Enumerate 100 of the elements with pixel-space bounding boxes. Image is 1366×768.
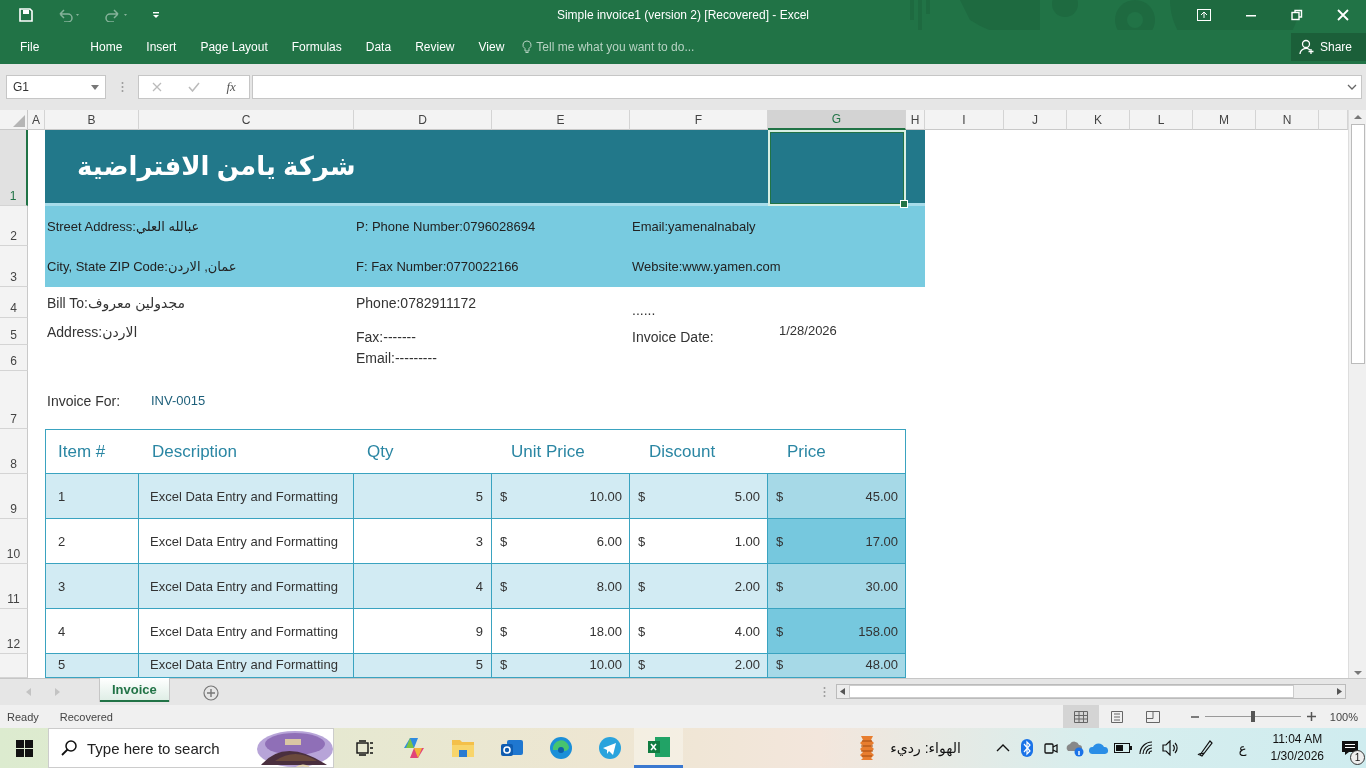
scrollbar-thumb[interactable] — [849, 685, 1294, 698]
zoom-level[interactable]: 100% — [1329, 710, 1358, 723]
ribbon-tab[interactable]: View — [466, 40, 517, 54]
pen-icon[interactable] — [1195, 739, 1214, 757]
invoice-number: INV-0015 — [151, 393, 206, 408]
row-header[interactable]: 11 — [0, 564, 28, 609]
undo-icon[interactable] — [56, 8, 82, 22]
ribbon-tab[interactable]: Formulas — [279, 40, 354, 54]
currency-symbol: $ — [500, 623, 508, 639]
ribbon-tab[interactable]: Page Layout — [188, 40, 280, 54]
column-header[interactable]: I — [925, 110, 1004, 130]
close-icon[interactable] — [1337, 9, 1349, 21]
bill-to-text: Bill To:مجدولين معروف — [46, 294, 185, 311]
ribbon-tab[interactable]: Data — [353, 40, 404, 54]
formula-input[interactable] — [252, 75, 1362, 99]
contact-text: F: Fax Number:0770022166 — [356, 259, 519, 274]
normal-view-button[interactable] — [1062, 705, 1099, 728]
window-title: Simple invoice1 (version 2) [Recovered] - Excel — [555, 8, 811, 22]
ribbon-display-icon[interactable] — [1197, 9, 1211, 21]
column-header[interactable]: M — [1193, 110, 1256, 130]
column-header[interactable]: A — [28, 110, 45, 130]
column-header[interactable]: G — [768, 110, 906, 130]
zoom-in-icon[interactable] — [1306, 712, 1316, 721]
notifications-button[interactable]: 1 — [1334, 728, 1366, 768]
column-header[interactable]: H — [906, 110, 925, 130]
table-cell: 4 — [45, 609, 139, 654]
amount: 5.00 — [734, 488, 760, 504]
column-header[interactable]: F — [630, 110, 768, 130]
scrollbar-thumb[interactable] — [1350, 124, 1365, 364]
chevron-up-icon[interactable] — [995, 744, 1010, 752]
row-header[interactable]: 5 — [0, 318, 28, 345]
language-indicator[interactable]: ع — [1238, 740, 1247, 756]
name-box[interactable]: G1 — [6, 75, 106, 99]
battery-icon[interactable] — [1113, 743, 1132, 753]
column-header[interactable]: K — [1067, 110, 1130, 130]
weather-text[interactable]: الهواء: رديء — [890, 740, 961, 756]
column-header[interactable]: B — [45, 110, 139, 130]
file-tab[interactable]: File — [0, 40, 57, 54]
taskbar-search-field[interactable]: Type here to search — [48, 728, 334, 768]
column-header[interactable]: L — [1130, 110, 1193, 130]
tell-me-field[interactable]: Tell me what you want to do... — [536, 40, 695, 54]
row-header[interactable]: 2 — [0, 206, 28, 246]
currency-symbol: $ — [500, 578, 508, 594]
row-header[interactable]: 9 — [0, 474, 28, 519]
amount: 45.00 — [865, 488, 898, 504]
table-cell: 5 — [45, 654, 139, 678]
column-header[interactable]: J — [1004, 110, 1067, 130]
row-header[interactable]: 4 — [0, 287, 28, 318]
ribbon-tab[interactable]: Review — [403, 40, 467, 54]
selected-cell[interactable] — [768, 130, 906, 206]
spreadsheet-app-icon[interactable] — [634, 728, 683, 768]
column-heading: Qty — [367, 441, 394, 462]
column-header[interactable]: E — [492, 110, 630, 130]
redo-icon[interactable] — [104, 8, 130, 22]
row-header[interactable]: 1 — [0, 130, 28, 206]
currency-symbol: $ — [776, 578, 784, 594]
customize-icon[interactable] — [152, 11, 160, 19]
camera-icon[interactable] — [1042, 740, 1059, 756]
currency-symbol: $ — [638, 533, 646, 549]
row-header[interactable]: 6 — [0, 345, 28, 371]
lightbulb-icon — [522, 40, 533, 54]
zoom-thumb[interactable] — [1250, 711, 1255, 722]
ribbon-tab[interactable]: Home — [78, 40, 135, 54]
column-header[interactable]: C — [139, 110, 354, 130]
volume-icon[interactable] — [1161, 740, 1180, 756]
row-header[interactable]: 3 — [0, 246, 28, 287]
column-header[interactable]: N — [1256, 110, 1319, 130]
expand-icon[interactable] — [1347, 84, 1357, 90]
amount: 1.00 — [734, 533, 760, 549]
insert-function-button[interactable]: fx — [226, 79, 236, 95]
amount: 17.00 — [865, 533, 898, 549]
dropdown-icon[interactable] — [91, 84, 99, 90]
table-cell: 5 — [354, 654, 492, 678]
table-cell: 3 — [45, 564, 139, 609]
amount: 6.00 — [596, 533, 622, 549]
clock[interactable]: 11:04 AM 1/30/2026 — [1270, 731, 1324, 765]
bluetooth-icon[interactable] — [1020, 739, 1033, 757]
grid-icon — [1073, 710, 1088, 723]
column-heading: Description — [152, 441, 238, 462]
email-text: Email:--------- — [355, 350, 437, 366]
column-heading: Price — [787, 441, 826, 462]
save-icon[interactable] — [18, 7, 34, 23]
row-header[interactable]: 7 — [0, 371, 28, 429]
restore-icon[interactable] — [1291, 9, 1303, 21]
amount: 4.00 — [734, 623, 760, 639]
horizontal-scrollbar[interactable] — [836, 684, 1346, 699]
amount: 158.00 — [858, 623, 898, 639]
column-header[interactable]: D — [354, 110, 492, 130]
windows-logo-icon[interactable] — [15, 739, 33, 757]
currency-symbol: $ — [500, 657, 508, 672]
currency-symbol: $ — [638, 657, 646, 672]
cloud-info-icon[interactable] — [1064, 739, 1085, 757]
row-header[interactable]: 12 — [0, 609, 28, 654]
row-header[interactable]: 10 — [0, 519, 28, 564]
add-sheet-icon[interactable] — [202, 685, 219, 701]
currency-symbol: $ — [776, 657, 784, 672]
ribbon-tab[interactable]: Insert — [134, 40, 189, 54]
share-button[interactable]: Share — [1290, 33, 1366, 61]
sheet-tab[interactable]: Invoice — [100, 678, 169, 702]
row-header[interactable]: 8 — [0, 429, 28, 474]
